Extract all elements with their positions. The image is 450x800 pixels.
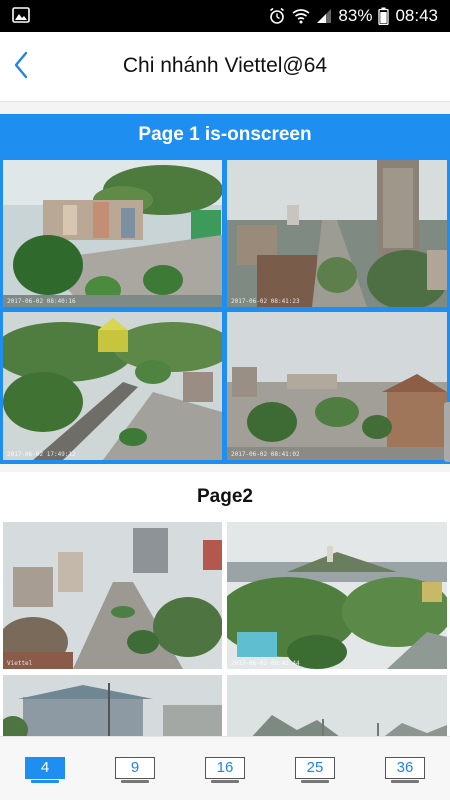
- camera-6-image: [227, 522, 447, 669]
- camera-3-timestamp: 2017-06-02 17:49:12: [7, 451, 76, 458]
- camera-tile-5[interactable]: Viettel: [3, 522, 222, 669]
- layout-9-label: 9: [115, 757, 155, 779]
- monitor-stand-icon: [121, 780, 149, 783]
- camera-1-timestamp: 2017-06-02 08:40:16: [7, 298, 76, 305]
- page-title: Chi nhánh Viettel@64: [122, 54, 328, 77]
- page-1-title: Page 1 is-onscreen: [138, 124, 312, 145]
- camera-5-image: [3, 522, 222, 669]
- layout-25-label: 25: [295, 757, 335, 779]
- camera-5-timestamp: Viettel: [7, 660, 33, 667]
- page-2: Page2 Viettel 2017-06-02 08:42:44: [0, 472, 450, 736]
- layout-4-button[interactable]: 4: [25, 757, 65, 785]
- camera-6-timestamp: 2017-06-02 08:42:44: [231, 660, 300, 667]
- camera-2-image: [227, 160, 447, 307]
- image-icon: [12, 7, 30, 23]
- camera-tile-4[interactable]: 2017-06-02 08:41:02: [227, 312, 447, 460]
- alarm-icon: [268, 7, 286, 25]
- battery-text: 83%: [338, 6, 373, 25]
- camera-2-timestamp: 2017-06-02 08:41:23: [231, 298, 300, 305]
- camera-1-image: [3, 160, 222, 307]
- layout-9-button[interactable]: 9: [115, 757, 155, 785]
- layout-36-button[interactable]: 36: [385, 757, 425, 785]
- camera-tile-1[interactable]: 2017-06-02 08:40:16: [3, 160, 222, 307]
- layout-16-label: 16: [205, 757, 245, 779]
- monitor-stand-icon: [301, 780, 329, 783]
- camera-tile-3[interactable]: 2017-06-02 17:49:12: [3, 312, 222, 460]
- camera-tile-2[interactable]: 2017-06-02 08:41:23: [227, 160, 447, 307]
- camera-tile-7[interactable]: [3, 675, 222, 736]
- battery-icon: [378, 7, 390, 25]
- page-2-title: Page2: [197, 486, 253, 507]
- monitor-stand-icon: [391, 780, 419, 783]
- page-1: Page 1 is-onscreen 2017-06-02 08:40:16 2…: [0, 114, 450, 464]
- camera-3-image: [3, 312, 222, 460]
- camera-8-image: [227, 675, 447, 736]
- app-bar: Chi nhánh Viettel@64: [0, 32, 450, 102]
- camera-7-image: [3, 675, 222, 736]
- layout-36-label: 36: [385, 757, 425, 779]
- layout-25-button[interactable]: 25: [295, 757, 335, 785]
- wifi-icon: [292, 8, 310, 24]
- monitor-stand-icon: [211, 780, 239, 783]
- camera-pages[interactable]: Page 1 is-onscreen 2017-06-02 08:40:16 2…: [0, 102, 450, 736]
- layout-16-button[interactable]: 16: [205, 757, 245, 785]
- layout-4-label: 4: [25, 757, 65, 779]
- monitor-stand-icon: [31, 780, 59, 783]
- signal-icon: [316, 8, 332, 24]
- status-time: 08:43: [395, 6, 438, 25]
- layout-selector: 4 9 16 25 36: [0, 736, 450, 800]
- status-bar: 83% 08:43: [0, 0, 450, 32]
- camera-4-timestamp: 2017-06-02 08:41:02: [231, 451, 300, 458]
- camera-tile-8[interactable]: [227, 675, 447, 736]
- camera-4-image: [227, 312, 447, 460]
- camera-tile-6[interactable]: 2017-06-02 08:42:44: [227, 522, 447, 669]
- edge-panel-handle[interactable]: [444, 402, 450, 462]
